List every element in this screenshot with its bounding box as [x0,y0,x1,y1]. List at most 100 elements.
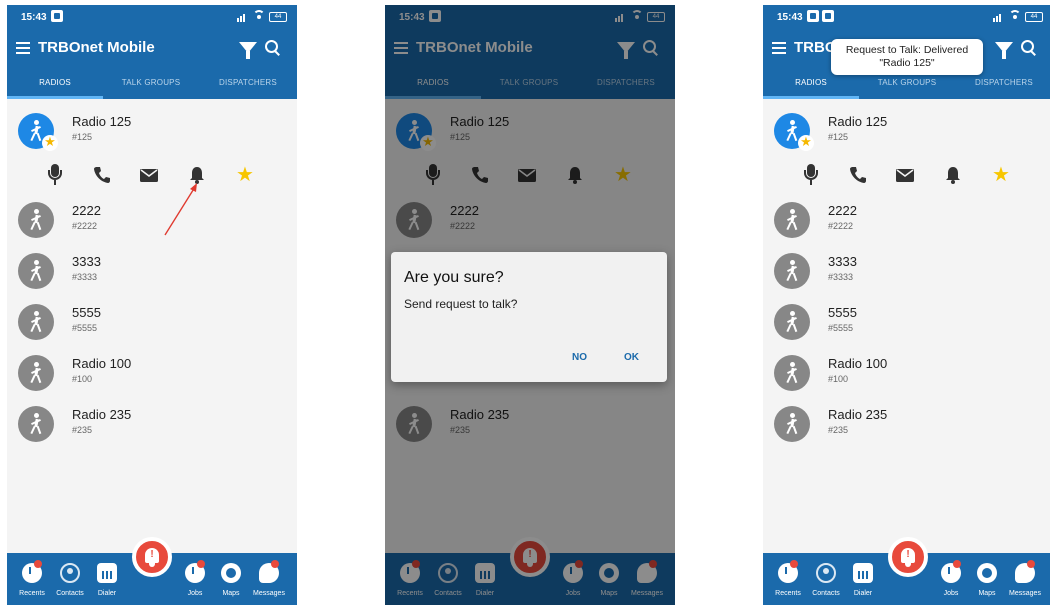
radio-id: #5555 [828,323,854,333]
radio-id: #3333 [72,272,98,282]
walking-person-icon [29,311,43,333]
avatar [774,355,810,391]
radio-id: #5555 [72,323,98,333]
status-bar: 15:43 44 [7,5,297,29]
nav-messages[interactable]: Messages [251,553,287,605]
nav-jobs[interactable]: Jobs [177,553,213,605]
microphone-icon[interactable] [801,163,821,187]
nav-contacts[interactable]: Contacts [52,553,88,605]
list-item[interactable]: Radio 100 #100 [763,355,1050,405]
envelope-icon[interactable] [895,163,915,187]
radio-name: Radio 235 [72,407,132,422]
tab-talk-groups[interactable]: TALK GROUPS [103,69,199,99]
favorite-star-icon: ★ [42,135,58,151]
status-indicators: 44 [993,10,1045,24]
dialog-title: Are you sure? [404,269,504,286]
radio-name: Radio 100 [828,356,888,371]
alarm-bell-icon [145,548,159,563]
radio-id: #2222 [72,221,98,231]
nav-dialer[interactable]: Dialer [845,553,881,605]
dialog-message: Send request to talk? [404,297,518,311]
status-bar: 15:43 44 [763,5,1050,29]
phone-screen-confirm: 15:43 44 TRBOnet Mobile RADIOS TALK GROU… [385,5,675,605]
ok-button[interactable]: OK [621,352,642,363]
radio-id: #3333 [828,272,854,282]
delivery-toast: Request to Talk: Delivered "Radio 125" [831,39,983,75]
envelope-icon[interactable] [139,163,159,187]
radio-name: 5555 [828,305,857,320]
tab-radios[interactable]: RADIOS [7,69,103,99]
search-icon[interactable] [1021,40,1035,54]
tab-dispatchers[interactable]: DISPATCHERS [199,69,297,99]
star-icon[interactable]: ★ [991,163,1011,187]
list-item[interactable]: 2222 #2222 [7,202,297,252]
nav-contacts[interactable]: Contacts [808,553,844,605]
radio-actions: ★ [7,163,297,187]
avatar [774,202,810,238]
radio-id: #100 [72,374,93,384]
list-item[interactable]: 5555 #5555 [763,304,1050,354]
list-item[interactable]: 5555 #5555 [7,304,297,354]
list-item[interactable]: 3333 #3333 [763,253,1050,303]
nav-maps[interactable]: Maps [969,553,1005,605]
walking-person-icon [785,311,799,333]
radio-name: Radio 125 [72,114,132,129]
emergency-alarm-button[interactable] [888,537,928,577]
menu-icon[interactable] [16,42,30,54]
list-item[interactable]: ★ Radio 125 #125 [7,113,297,163]
avatar [18,202,54,238]
annotation-arrow [164,183,197,236]
dialer-icon [97,563,117,583]
radio-name: 3333 [72,254,101,269]
nav-messages[interactable]: Messages [1007,553,1043,605]
nav-jobs[interactable]: Jobs [933,553,969,605]
tab-bar: RADIOS TALK GROUPS DISPATCHERS [7,69,297,99]
wifi-icon [253,10,265,22]
signal-icon [993,18,995,22]
alarm-bell-icon [901,548,915,563]
avatar [18,406,54,442]
star-icon[interactable]: ★ [235,163,255,187]
list-item[interactable]: Radio 100 #100 [7,355,297,405]
maps-icon [977,563,997,583]
dialer-icon [853,563,873,583]
walking-person-icon [785,362,799,384]
signal-icon [237,18,239,22]
walking-person-icon [785,120,799,142]
phone-icon[interactable] [92,163,112,187]
battery-icon: 44 [1025,12,1043,22]
emergency-alarm-button[interactable] [132,537,172,577]
list-item[interactable]: 3333 #3333 [7,253,297,303]
list-item[interactable]: ★ Radio 125 #125 [763,113,1050,163]
list-item[interactable]: 2222 #2222 [763,202,1050,252]
toast-message: Request to Talk: Delivered [845,44,969,56]
filter-icon[interactable] [239,42,257,59]
radio-name: Radio 235 [828,407,888,422]
radio-id: #125 [828,132,849,142]
nav-maps[interactable]: Maps [213,553,249,605]
contacts-icon [816,563,836,583]
walking-person-icon [29,260,43,282]
menu-icon[interactable] [772,42,786,54]
list-item[interactable]: Radio 235 #235 [763,406,1050,456]
avatar [774,406,810,442]
radio-name: 3333 [828,254,857,269]
avatar [18,355,54,391]
nav-recents[interactable]: Recents [770,553,806,605]
microphone-icon[interactable] [45,163,65,187]
bell-icon[interactable] [943,163,963,187]
filter-icon[interactable] [995,42,1013,59]
wifi-icon [1009,10,1021,22]
radio-name: Radio 125 [828,114,888,129]
list-item[interactable]: Radio 235 #235 [7,406,297,456]
phone-screen-list: 15:43 44 TRBOnet Mobile RADIOS TALK GROU… [7,5,297,605]
phone-icon[interactable] [848,163,868,187]
search-icon[interactable] [265,40,279,54]
no-button[interactable]: NO [569,352,590,363]
nav-dialer[interactable]: Dialer [89,553,125,605]
app-title: TRBOnet Mobile [38,39,155,56]
radio-id: #2222 [828,221,854,231]
radio-actions: ★ [763,163,1050,187]
nav-recents[interactable]: Recents [14,553,50,605]
toast-radio-name: "Radio 125" [879,57,935,69]
